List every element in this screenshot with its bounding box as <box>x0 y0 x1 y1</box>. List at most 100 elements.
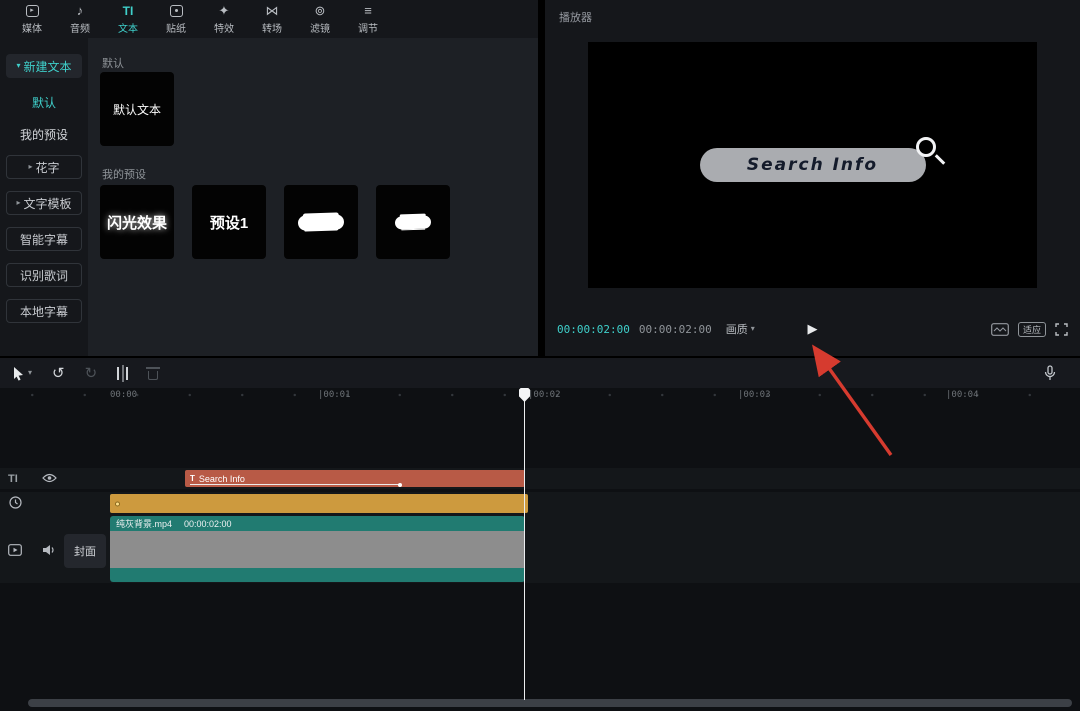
text-track-lane <box>0 468 1080 489</box>
preset-tile-4[interactable] <box>376 185 450 259</box>
cursor-icon <box>12 366 25 381</box>
preset-tile-2[interactable]: 预设1 <box>192 185 266 259</box>
preset-tile-3[interactable] <box>284 185 358 259</box>
sidebar-item-label: 智能字幕 <box>20 231 68 248</box>
preview-text: Search Info <box>747 155 878 175</box>
tab-text[interactable]: TI 文本 <box>104 3 152 35</box>
chevron-down-icon: ▾ <box>751 325 755 333</box>
sidebar-item-label: 默认 <box>32 94 56 111</box>
sidebar-item-default[interactable]: 默认 <box>6 90 82 114</box>
section-title-default: 默认 <box>102 55 124 71</box>
sidebar-item-new-text[interactable]: ▾ 新建文本 <box>6 54 82 78</box>
tab-label: 特效 <box>214 20 234 35</box>
sidebar-item-label: 文字模板 <box>24 195 72 212</box>
video-preview: Search Info <box>588 42 1037 288</box>
player-right-controls: 适应 <box>991 318 1068 340</box>
time-ruler: 00:00 |00:01 |00:02 |00:03 |00:04 <box>0 388 1080 402</box>
player-panel: 播放器 Search Info 00:00:02:00 00:00:02:00 … <box>545 0 1080 356</box>
text-icon: TI <box>123 3 134 18</box>
tab-effects[interactable]: ✦ 特效 <box>200 3 248 35</box>
video-track-icon <box>8 544 22 556</box>
filter-icon: ⊚ <box>315 3 326 18</box>
keyframe-dot <box>115 501 120 506</box>
ruler-label: |00:01 <box>318 390 351 400</box>
eye-icon[interactable] <box>42 473 57 483</box>
tile-label: 预设1 <box>210 212 248 233</box>
video-clip[interactable]: 纯灰背景.mp4 00:00:02:00 <box>110 516 525 582</box>
tab-label: 文本 <box>118 20 138 35</box>
sticker-icon <box>170 3 183 18</box>
playhead-line[interactable] <box>524 388 525 700</box>
delete-icon[interactable] <box>148 371 158 380</box>
fit-button[interactable]: 适应 <box>1018 322 1046 337</box>
quality-label: 画质 <box>726 321 748 337</box>
video-clip-duration: 00:00:02:00 <box>184 519 232 529</box>
clock-icon[interactable] <box>9 496 22 509</box>
effect-clip[interactable] <box>110 494 528 513</box>
total-duration: 00:00:02:00 <box>639 323 712 336</box>
text-clip-icon: T <box>190 474 195 483</box>
ruler-label: 00:00 <box>110 390 137 400</box>
sidebar-item-label: 本地字幕 <box>20 303 68 320</box>
microphone-icon[interactable] <box>1044 365 1056 386</box>
redo-icon[interactable]: ↻ <box>85 366 98 381</box>
cover-button[interactable]: 封面 <box>64 534 106 568</box>
sidebar-item-label: 我的预设 <box>20 126 68 143</box>
preset-tile-default-text[interactable]: 默认文本 <box>100 72 174 146</box>
fullscreen-icon[interactable] <box>1055 323 1068 336</box>
player-title: 播放器 <box>559 9 592 25</box>
transition-icon: ⋈ <box>266 3 279 18</box>
chevron-down-icon: ▾ <box>16 62 20 70</box>
tab-transition[interactable]: ⋈ 转场 <box>248 3 296 35</box>
tab-label: 媒体 <box>22 20 42 35</box>
stylized-text-thumbnail <box>298 214 344 231</box>
chevron-right-icon: ▸ <box>16 199 20 207</box>
tab-adjust[interactable]: ≡ 调节 <box>344 3 392 35</box>
chevron-down-icon: ▾ <box>28 369 32 377</box>
tab-label: 音频 <box>70 20 90 35</box>
current-time: 00:00:02:00 <box>557 323 630 336</box>
video-clip-audio-strip <box>110 568 525 582</box>
tab-label: 转场 <box>262 20 282 35</box>
play-button[interactable]: ▶ <box>808 321 818 337</box>
tab-filter[interactable]: ⊚ 滤镜 <box>296 3 344 35</box>
tile-label: 闪光效果 <box>107 212 167 233</box>
tab-audio[interactable]: ♪ 音频 <box>56 3 104 35</box>
preset-tile-1[interactable]: 闪光效果 <box>100 185 174 259</box>
player-controls: 00:00:02:00 00:00:02:00 画质 ▾ ▶ 适应 <box>545 318 1080 340</box>
speaker-icon[interactable] <box>42 544 56 556</box>
sidebar-item-my-presets[interactable]: 我的预设 <box>6 122 82 146</box>
video-clip-thumbnail-strip <box>110 531 525 568</box>
timeline-toolbar: ▾ ↺ ↻ <box>0 358 1080 388</box>
horizontal-scrollbar[interactable] <box>28 699 1072 707</box>
text-track-icon: TI <box>8 470 18 487</box>
sidebar-item-local-subtitles[interactable]: 本地字幕 <box>6 299 82 323</box>
tile-label: 默认文本 <box>113 101 161 118</box>
sidebar-item-text-template[interactable]: ▸ 文字模板 <box>6 191 82 215</box>
sidebar-item-recognize-lyrics[interactable]: 识别歌词 <box>6 263 82 287</box>
ruler-label: |00:03 <box>738 390 771 400</box>
section-title-my-presets: 我的预设 <box>102 166 146 182</box>
split-icon[interactable] <box>117 367 128 380</box>
sidebar-item-smart-captions[interactable]: 智能字幕 <box>6 227 82 251</box>
media-type-toolbar: ▸ 媒体 ♪ 音频 TI 文本 贴纸 ✦ 特效 ⋈ 转场 ⊚ 滤镜 ≡ 调节 <box>0 0 538 38</box>
select-tool[interactable]: ▾ <box>12 366 32 381</box>
scopes-icon[interactable] <box>991 323 1009 336</box>
sidebar-item-fancy-text[interactable]: ▸ 花字 <box>6 155 82 179</box>
quality-dropdown[interactable]: 画质 ▾ <box>726 321 755 337</box>
tab-label: 调节 <box>358 20 378 35</box>
media-icon: ▸ <box>26 3 39 18</box>
text-clip-label: Search Info <box>199 474 245 484</box>
effects-icon: ✦ <box>219 3 230 18</box>
adjust-icon: ≡ <box>364 3 372 18</box>
tab-media[interactable]: ▸ 媒体 <box>8 3 56 35</box>
tab-label: 贴纸 <box>166 20 186 35</box>
stylized-text-thumbnail <box>395 215 431 229</box>
chevron-right-icon: ▸ <box>28 163 32 171</box>
video-clip-name: 纯灰背景.mp4 <box>116 517 172 530</box>
tab-sticker[interactable]: 贴纸 <box>152 3 200 35</box>
cover-button-label: 封面 <box>74 543 96 559</box>
text-sidebar: ▾ 新建文本 默认 我的预设 ▸ 花字 ▸ 文字模板 智能字幕 识别歌词 本地字… <box>0 38 88 356</box>
undo-icon[interactable]: ↺ <box>52 366 65 381</box>
audio-icon: ♪ <box>77 3 84 18</box>
